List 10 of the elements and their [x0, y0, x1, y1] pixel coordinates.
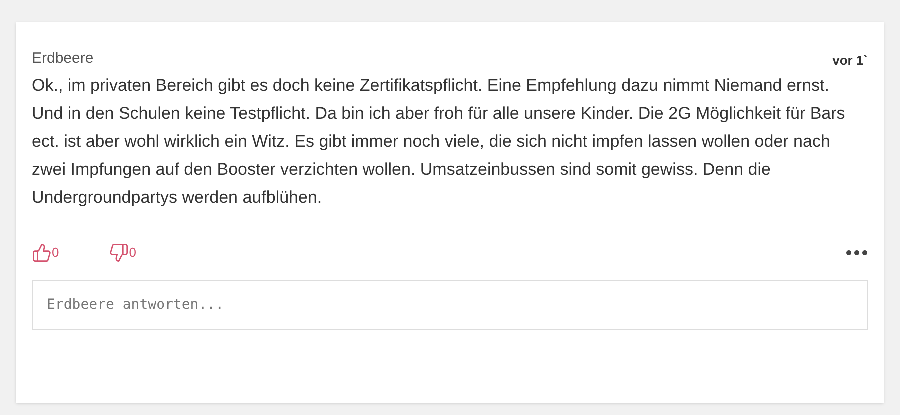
like-button[interactable]: 0 [32, 242, 60, 262]
thumbs-down-icon [109, 242, 130, 262]
more-options-button[interactable] [846, 250, 868, 256]
dislike-button[interactable]: 0 [109, 242, 136, 262]
author-name: Erdbeere [32, 49, 94, 69]
thumbs-up-icon [32, 242, 52, 262]
timestamp: vor 1` [832, 52, 868, 70]
more-icon [846, 250, 868, 256]
reply-field[interactable]: Erdbeere antworten... [32, 280, 868, 330]
comment-text: Ok., im privaten Bereich gibt es doch keine Zertifikatspflicht. Eine Empfehlung dazu nimmt Niemand ernst. Und in den Schulen keine Testpflicht. Da bin ich aber froh für alle unsere Kinder. Die 2G Möglichkeit für Bars ect. ist aber wohl wirklich ein Witz. Es gibt immer noch viele, die sich nicht impfen lassen wollen oder nach zwei Impfungen auf den Booster verzichten wollen. Umsatzeinbussen sind somit gewiss. Denn die Undergroundpartys werden aufblühen. [32, 74, 846, 208]
